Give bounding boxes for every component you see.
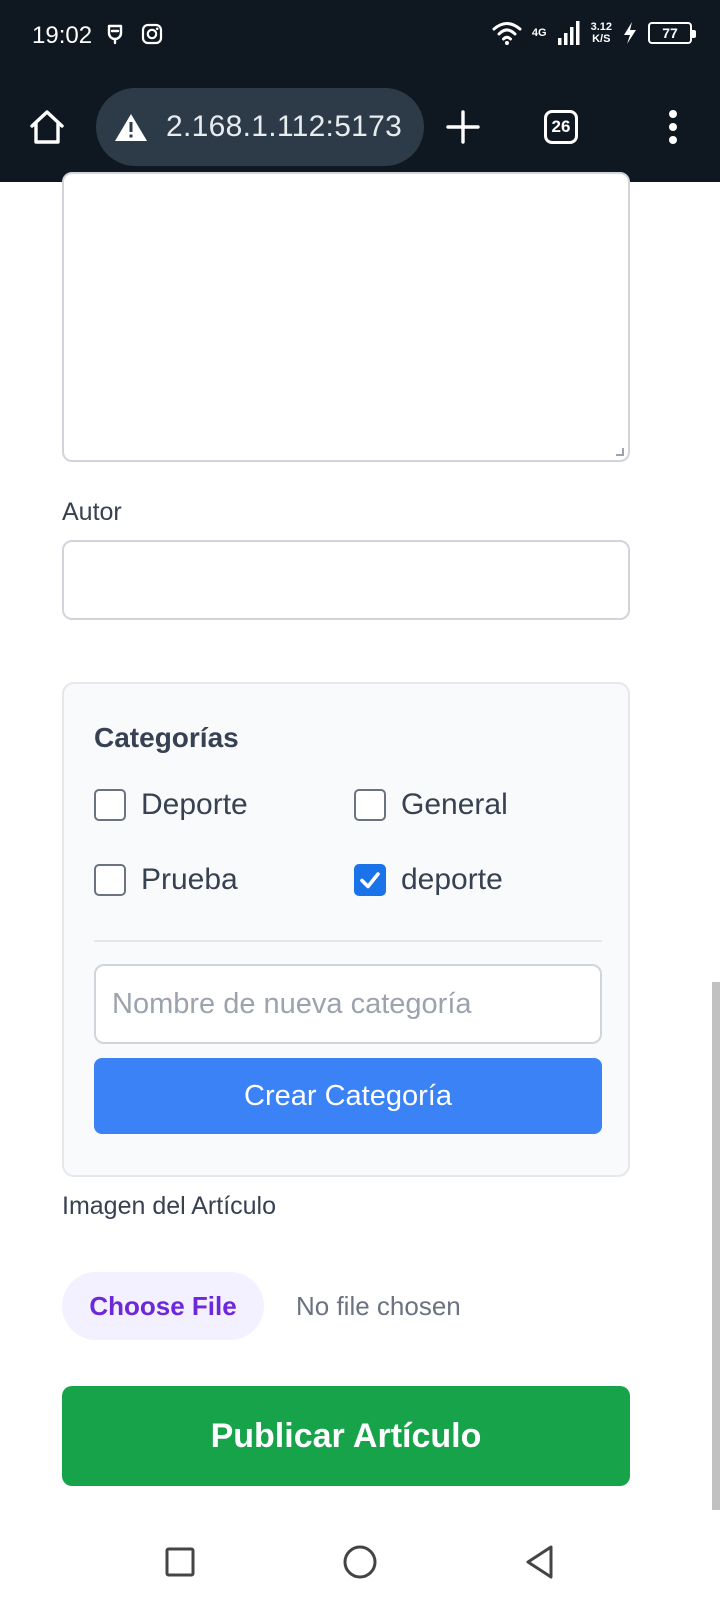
status-notification-icons <box>104 22 164 46</box>
back-triangle-icon <box>526 1545 553 1579</box>
url-text[interactable]: 2.168.1.112:5173 <box>166 110 402 144</box>
instagram-icon <box>141 23 163 45</box>
page-content: Autor Categorías Deporte General Prueba <box>0 172 720 1612</box>
category-label: deporte <box>401 863 503 896</box>
category-checkbox[interactable] <box>94 789 126 821</box>
publish-button[interactable]: Publicar Artículo <box>62 1386 630 1486</box>
categories-panel: Categorías Deporte General Prueba deport… <box>62 682 630 1177</box>
category-label: Deporte <box>141 788 248 821</box>
new-tab-button[interactable] <box>436 100 490 154</box>
home-icon <box>30 110 64 144</box>
create-category-button[interactable]: Crear Categoría <box>94 1058 602 1134</box>
image-label: Imagen del Artículo <box>62 1192 277 1220</box>
square-icon <box>165 1547 195 1577</box>
autor-label: Autor <box>62 498 122 526</box>
charging-icon <box>624 22 636 44</box>
new-category-input[interactable]: Nombre de nueva categoría <box>94 964 602 1044</box>
screen: 19:02 4G 3.12 K/S 77 2.168.1.112:5173 26… <box>0 0 720 1612</box>
app-notification-icon <box>107 24 123 45</box>
more-vert-icon <box>669 110 677 144</box>
speed-unit: K/S <box>592 33 611 45</box>
status-time: 19:02 <box>32 22 93 49</box>
plus-icon <box>446 110 480 144</box>
status-bar: 19:02 4G 3.12 K/S 77 <box>0 0 720 72</box>
autor-input[interactable] <box>62 540 630 620</box>
category-option-prueba[interactable]: Prueba <box>94 863 238 897</box>
category-checkbox[interactable] <box>354 789 386 821</box>
file-status: No file chosen <box>296 1290 461 1321</box>
navigation-bar <box>0 1510 720 1612</box>
category-label: Prueba <box>141 863 238 896</box>
file-input[interactable]: Choose File No file chosen <box>62 1272 461 1340</box>
category-option-deporte[interactable]: Deporte <box>94 788 248 822</box>
category-option-deporte-lower[interactable]: deporte <box>354 863 503 897</box>
home-nav-button[interactable] <box>338 1540 382 1584</box>
speed-value: 3.12 <box>590 21 612 33</box>
categories-title: Categorías <box>94 722 239 753</box>
signal-icon <box>557 21 580 45</box>
content-textarea[interactable] <box>62 172 630 462</box>
battery-icon: 77 <box>648 22 696 44</box>
warning-icon[interactable] <box>114 112 148 142</box>
recents-button[interactable] <box>158 1540 202 1584</box>
tab-count: 26 <box>544 110 578 144</box>
wifi-icon <box>492 22 522 45</box>
back-button[interactable] <box>518 1540 562 1584</box>
browser-toolbar: 2.168.1.112:5173 26 <box>0 72 720 182</box>
address-bar[interactable]: 2.168.1.112:5173 <box>96 88 424 166</box>
status-right: 4G 3.12 K/S 77 <box>492 20 696 46</box>
tab-switcher-button[interactable]: 26 <box>534 100 588 154</box>
category-label: General <box>401 788 508 821</box>
circle-icon <box>343 1545 377 1579</box>
checkmark-icon <box>360 872 380 889</box>
resize-handle[interactable] <box>616 448 624 456</box>
battery-level: 77 <box>662 25 678 41</box>
divider <box>94 940 602 942</box>
category-checkbox-checked[interactable] <box>354 864 386 896</box>
menu-button[interactable] <box>646 100 700 154</box>
category-checkbox[interactable] <box>94 864 126 896</box>
choose-file-button[interactable]: Choose File <box>62 1272 264 1340</box>
network-type: 4G <box>531 26 547 39</box>
category-option-general[interactable]: General <box>354 788 508 822</box>
home-button[interactable] <box>20 100 74 154</box>
network-speed: 3.12 K/S <box>591 21 612 45</box>
